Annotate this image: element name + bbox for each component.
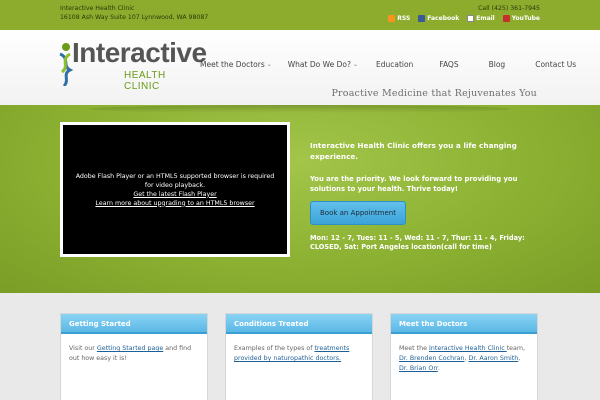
card-title: Conditions Treated (226, 314, 372, 334)
card-text: Meet the (399, 345, 429, 352)
youtube-label: YouTube (511, 15, 540, 22)
nav-meet-the-doctors[interactable]: Meet the Doctors ⌄ (200, 60, 272, 69)
nav-what-do-we-do[interactable]: What Do We Do? ⌄ (288, 60, 358, 69)
card-title: Meet the Doctors (391, 314, 537, 334)
card-text: Visit our (69, 345, 97, 352)
card-text: Examples of the types of (234, 345, 315, 352)
chevron-down-icon: ⌄ (352, 61, 358, 68)
rss-link[interactable]: RSS (388, 15, 410, 22)
phone-number: Call (425) 361-7945 (478, 5, 540, 12)
youtube-link[interactable]: YouTube (502, 15, 540, 22)
youtube-icon (502, 15, 510, 22)
card-meet-the-doctors: Meet the Doctors Meet the Interactive He… (390, 313, 538, 400)
clinic-name: Interactive Health Clinic (60, 5, 135, 12)
nav-label: FAQS (439, 60, 459, 69)
hero-section: Adobe Flash Player or an HTML5 supported… (0, 105, 600, 293)
top-bar: Interactive Health Clinic 16108 Ash Way … (0, 0, 600, 30)
main-navigation: Meet the Doctors ⌄ What Do We Do? ⌄ Educat… (200, 60, 576, 69)
nav-label: Meet the Doctors (200, 60, 265, 69)
logo-subtitle: HEALTH CLINIC (124, 70, 166, 92)
html5-browser-link[interactable]: Learn more about upgrading to an HTML5 b… (95, 199, 254, 208)
card-text: . (437, 365, 440, 372)
video-player[interactable]: Adobe Flash Player or an HTML5 supported… (63, 125, 287, 254)
nav-label: What Do We Do? (287, 60, 351, 69)
card-title: Getting Started (61, 314, 207, 334)
card-body: Examples of the types of treatments prov… (226, 334, 372, 374)
rss-icon (388, 15, 396, 22)
facebook-icon (418, 15, 426, 22)
nav-label: Contact Us (535, 60, 577, 69)
social-links: RSS Facebook Email YouTube (388, 15, 540, 22)
video-frame: Adobe Flash Player or an HTML5 supported… (60, 122, 290, 257)
doctor-orr-link[interactable]: Dr. Brian Orr (399, 365, 438, 372)
site-logo[interactable]: Interactive HEALTH CLINIC (58, 37, 207, 92)
getting-started-link[interactable]: Getting Started page (97, 345, 163, 352)
card-body: Visit our Getting Started page and find … (61, 334, 207, 374)
chevron-down-icon: ⌄ (266, 61, 272, 68)
hero-headline: Interactive Health Clinic offers you a l… (310, 141, 517, 161)
feature-cards-section: Getting Started Visit our Getting Starte… (0, 293, 600, 400)
doctor-smith-link[interactable]: Dr. Aaron Smith (469, 355, 519, 362)
hero-priority-text: You are the priority. We look forward to… (310, 175, 518, 193)
facebook-label: Facebook (427, 15, 460, 22)
nav-blog[interactable]: Blog (489, 60, 506, 69)
office-hours: Mon: 12 - 7, Tues: 11 - 5, Wed: 11 - 7, … (310, 234, 525, 251)
site-tagline: Proactive Medicine that Rejuvenates You (331, 88, 537, 99)
nav-label: Education (375, 60, 414, 69)
logo-wordmark: Interactive (72, 37, 207, 68)
email-icon (467, 15, 475, 22)
nav-education[interactable]: Education (376, 60, 413, 69)
card-conditions-treated: Conditions Treated Examples of the types… (225, 313, 373, 400)
hero-text: Interactive Health Clinic offers you a l… (310, 140, 545, 252)
clinic-address-block: Interactive Health Clinic 16108 Ash Way … (60, 4, 208, 22)
header-shadow (90, 105, 510, 113)
video-unsupported-message: Adobe Flash Player or an HTML5 supported… (75, 172, 275, 189)
email-label: Email (476, 15, 495, 22)
doctor-cochran-link[interactable]: Dr. Brenden Cochran (399, 355, 465, 362)
clinic-link[interactable]: Interactive Health Clinic (429, 345, 507, 352)
rss-label: RSS (397, 15, 411, 22)
email-link[interactable]: Email (467, 15, 495, 22)
card-text: team, (506, 345, 526, 352)
card-body: Meet the Interactive Health Clinic team,… (391, 334, 537, 384)
nav-label: Blog (488, 60, 506, 69)
separator: , (518, 355, 521, 362)
card-getting-started: Getting Started Visit our Getting Starte… (60, 313, 208, 400)
nav-faqs[interactable]: FAQS (439, 60, 458, 69)
flash-player-link[interactable]: Get the latest Flash Player (133, 190, 216, 199)
facebook-link[interactable]: Facebook (418, 15, 459, 22)
nav-contact-us[interactable]: Contact Us (535, 60, 576, 69)
clinic-address: 16108 Ash Way Suite 107 Lynnwood, WA 980… (60, 14, 209, 21)
book-appointment-button[interactable]: Book an Appointment (310, 201, 406, 225)
